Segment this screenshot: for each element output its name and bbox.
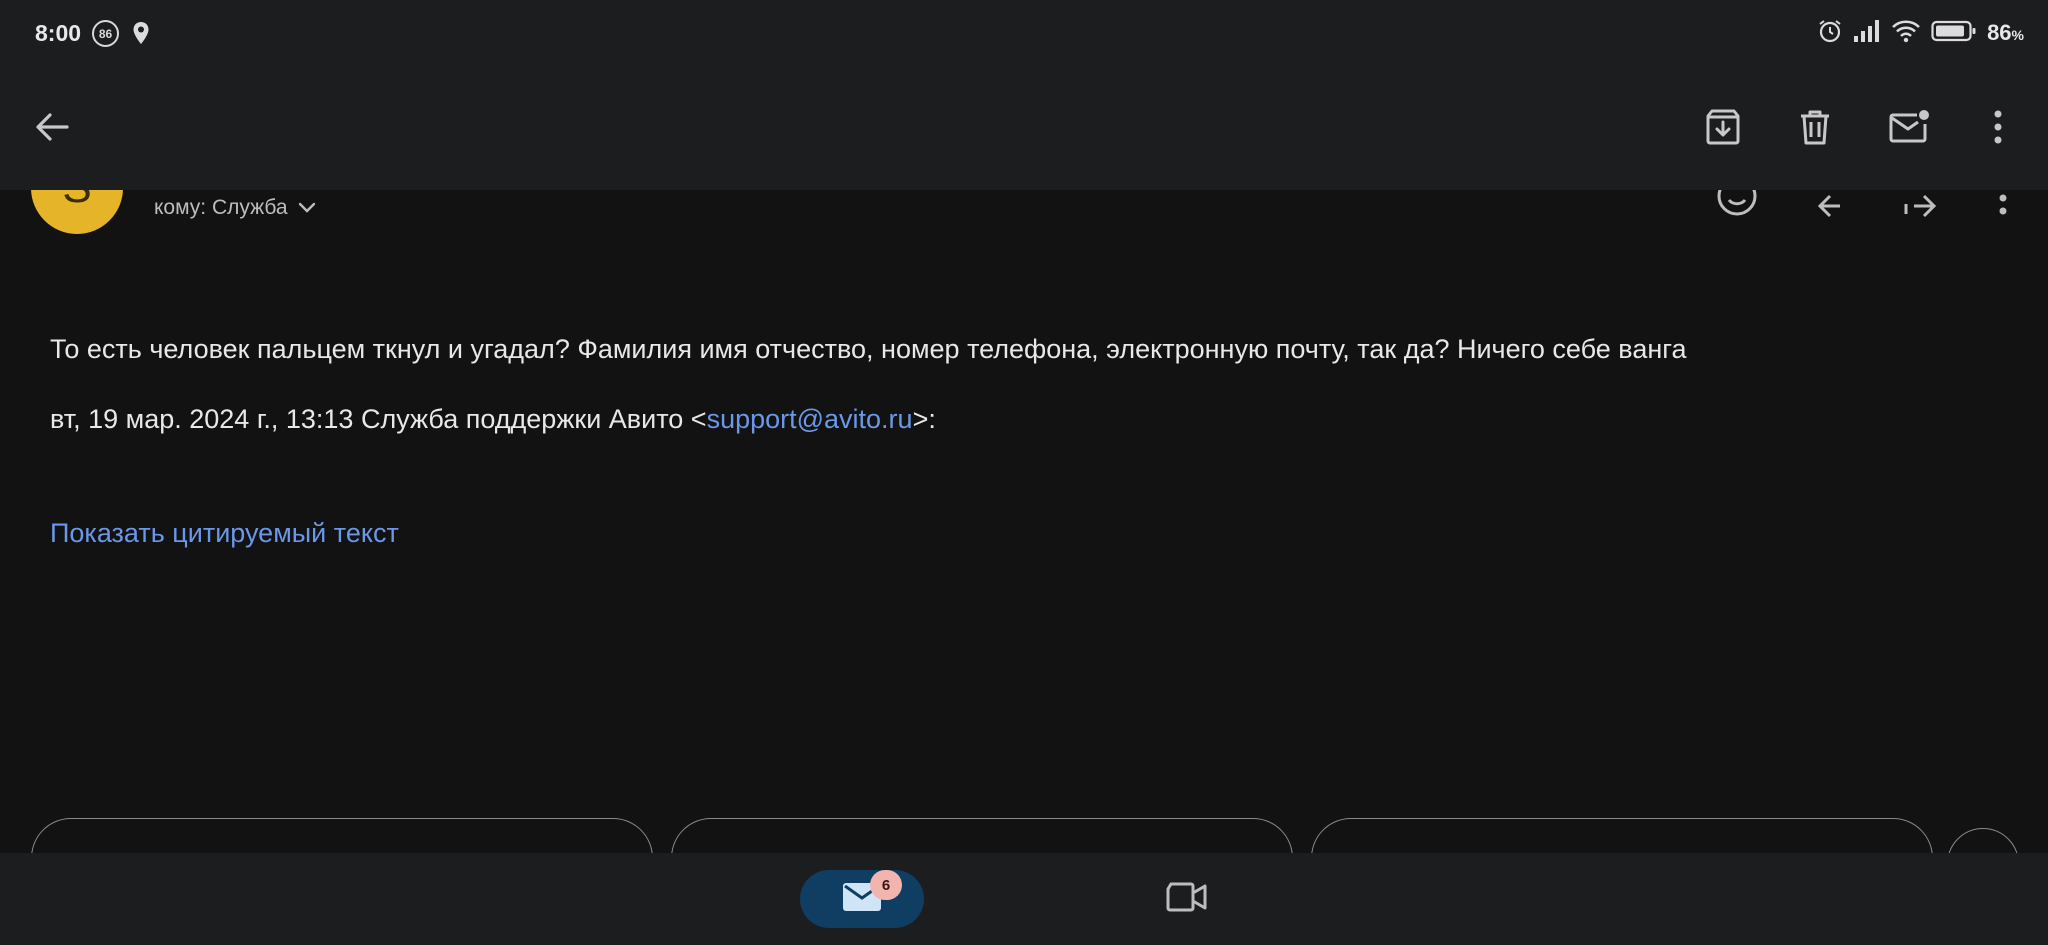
nav-mail-tab[interactable]: 6 [800,870,924,928]
arrow-left-icon [33,108,71,151]
wifi-icon [1891,19,1921,48]
more-options-button[interactable] [1974,105,2022,153]
chevron-down-icon [298,196,316,220]
mail-unread-icon [1887,107,1931,152]
battery-icon [1931,19,1977,48]
recipient-details-toggle[interactable]: кому: Служба [154,196,316,220]
email-screen: 8:00 86 86% кому: Служба То есть человек… [0,0,2048,945]
signal-icon [1853,19,1881,48]
quote-header: вт, 19 мар. 2024 г., 13:13 Служба поддер… [50,404,936,435]
message-toolbar [0,68,2048,190]
battery-percent-unit: % [2011,27,2024,43]
status-bar: 8:00 86 86% [0,0,2048,68]
smart-reply-more-button[interactable] [1947,828,2019,853]
smart-reply-chip[interactable] [31,818,653,853]
battery-percent: 86% [1987,20,2024,46]
trash-icon [1795,107,1835,152]
smart-reply-chip[interactable] [1311,818,1933,853]
support-email-link[interactable]: support@avito.ru [707,404,913,434]
emoji-reaction-icon[interactable] [1715,190,1759,223]
status-time: 8:00 [35,20,82,46]
delete-button[interactable] [1791,105,1839,153]
bottom-navigation: 6 [0,853,2048,945]
status-indicators: 86% [1817,18,2024,48]
quote-header-suffix: >: [912,404,936,434]
show-quoted-text-link[interactable]: Показать цитируемый текст [50,518,399,549]
battery-percent-value: 86 [1987,20,2012,45]
smart-reply-chip[interactable] [671,818,1293,853]
sender-avatar[interactable]: S [31,190,123,234]
archive-button[interactable] [1699,105,1747,153]
notification-count-icon: 86 [92,20,119,47]
mark-unread-button[interactable] [1885,105,1933,153]
video-camera-icon [1164,881,1208,918]
reply-text: То есть человек пальцем ткнул и угадал? … [50,334,1687,364]
message-more-icon[interactable] [1996,190,2010,223]
nav-meet-tab[interactable] [1162,875,1210,923]
reply-all-icon[interactable] [1898,190,1942,223]
app-header: 8:00 86 86% [0,0,2048,190]
location-icon [132,21,150,50]
quote-header-prefix: вт, 19 мар. 2024 г., 13:13 Служба поддер… [50,404,707,434]
reply-icon[interactable] [1812,190,1856,223]
back-button[interactable] [28,105,76,153]
more-vert-icon [1992,109,2004,150]
archive-icon [1703,107,1743,152]
alarm-icon [1817,18,1843,49]
unread-count-badge: 6 [870,870,902,900]
message-content: S кому: Служба То есть человек пальцем т… [0,190,2048,853]
recipient-label: кому: Служба [154,196,288,219]
